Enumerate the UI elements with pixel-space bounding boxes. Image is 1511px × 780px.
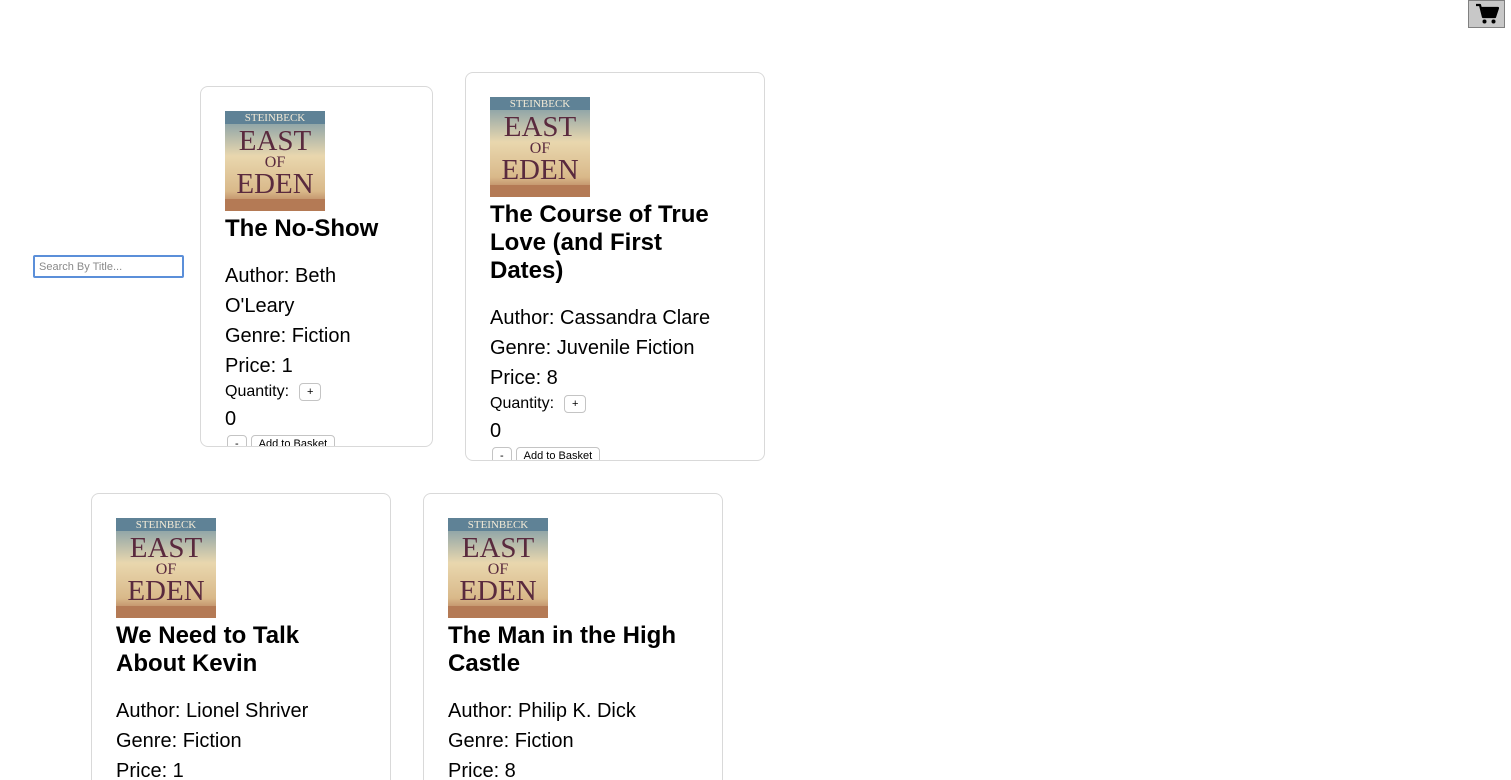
quantity-label: Quantity: <box>225 383 290 400</box>
book-author: Author: Beth O'Leary <box>225 265 337 317</box>
book-cover-image: STEINBECK EAST OF EDEN <box>448 518 548 618</box>
book-card: STEINBECK EAST OF EDEN We Need to Talk A… <box>91 493 391 780</box>
card-actions: - Add to Basket <box>225 435 408 446</box>
card-actions: - Add to Basket <box>490 447 740 460</box>
book-author: Author: Philip K. Dick <box>448 700 636 722</box>
book-cover-image: STEINBECK EAST OF EDEN <box>225 111 325 211</box>
book-cover-image: STEINBECK EAST OF EDEN <box>116 518 216 618</box>
book-card: STEINBECK EAST OF EDEN The No-Show Autho… <box>200 86 433 447</box>
book-price: Price: 8 <box>490 367 558 389</box>
book-title: We Need to Talk About Kevin <box>116 622 300 677</box>
quantity-label: Quantity: <box>490 395 555 412</box>
decrease-quantity-button[interactable]: - <box>492 447 512 460</box>
book-author: Author: Cassandra Clare <box>490 307 711 329</box>
svg-text:STEINBECK: STEINBECK <box>468 519 529 531</box>
book-price: Price: 1 <box>225 355 293 377</box>
svg-text:EAST: EAST <box>239 125 312 157</box>
svg-text:STEINBECK: STEINBECK <box>510 98 571 110</box>
svg-text:EDEN: EDEN <box>236 168 313 200</box>
add-to-basket-button[interactable]: Add to Basket <box>250 435 336 446</box>
cart-button[interactable] <box>1468 0 1505 28</box>
svg-text:STEINBECK: STEINBECK <box>245 112 306 124</box>
search-input[interactable] <box>33 255 184 278</box>
book-card: STEINBECK EAST OF EDEN The Course of Tru… <box>465 72 765 461</box>
decrease-quantity-button[interactable]: - <box>227 435 247 446</box>
book-price: Price: 1 <box>116 760 184 780</box>
svg-text:EAST: EAST <box>462 532 535 564</box>
book-title: The No-Show <box>225 215 379 242</box>
quantity-row: Quantity: + <box>225 380 408 404</box>
svg-text:EAST: EAST <box>130 532 203 564</box>
book-genre: Genre: Fiction <box>116 730 242 752</box>
svg-text:EDEN: EDEN <box>127 575 204 607</box>
book-title: The Course of True Love (and First Dates… <box>490 201 709 284</box>
increase-quantity-button[interactable]: + <box>299 383 322 401</box>
book-cover-image: STEINBECK EAST OF EDEN <box>490 97 590 197</box>
book-genre: Genre: Fiction <box>225 325 351 347</box>
book-genre: Genre: Fiction <box>448 730 574 752</box>
svg-text:STEINBECK: STEINBECK <box>136 519 197 531</box>
book-title: The Man in the High Castle <box>448 622 676 677</box>
svg-text:EDEN: EDEN <box>501 154 578 186</box>
book-price: Price: 8 <box>448 760 516 780</box>
add-to-basket-button[interactable]: Add to Basket <box>515 447 601 460</box>
increase-quantity-button[interactable]: + <box>564 395 587 413</box>
page: STEINBECK EAST OF EDEN The No-Show Autho… <box>0 0 1511 780</box>
svg-text:EAST: EAST <box>504 111 577 143</box>
quantity-value: 0 <box>490 420 502 442</box>
quantity-value: 0 <box>225 408 237 430</box>
shopping-cart-icon <box>1475 3 1499 24</box>
svg-text:EDEN: EDEN <box>459 575 536 607</box>
quantity-row: Quantity: + <box>490 392 740 416</box>
book-genre: Genre: Juvenile Fiction <box>490 337 695 359</box>
book-author: Author: Lionel Shriver <box>116 700 309 722</box>
book-card: STEINBECK EAST OF EDEN The Man in the Hi… <box>423 493 723 780</box>
